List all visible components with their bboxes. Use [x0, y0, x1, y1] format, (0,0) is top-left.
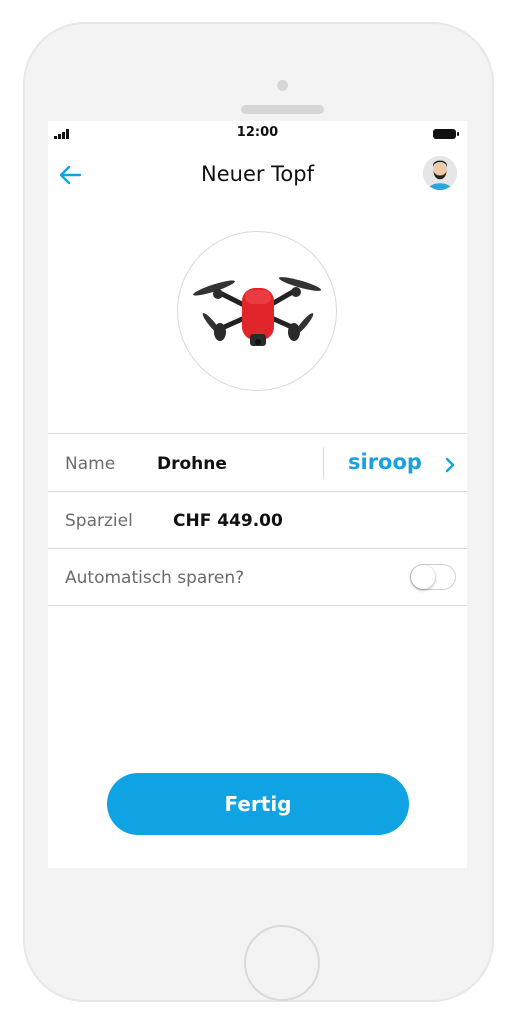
auto-save-toggle[interactable]: [410, 564, 456, 590]
earpiece-speaker: [241, 105, 324, 114]
name-value[interactable]: Drohne: [157, 454, 227, 474]
savings-goal-label: Sparziel: [65, 511, 133, 531]
auto-save-label: Automatisch sparen?: [65, 568, 245, 588]
divider: [48, 605, 467, 606]
status-time: 12:00: [236, 125, 279, 140]
product-image: [177, 231, 337, 391]
app-screen: 12:00 Neuer Topf Name Drohne siroop Spar…: [48, 121, 467, 868]
siroop-logo[interactable]: siroop: [348, 450, 422, 474]
divider: [48, 491, 467, 492]
page-title: Neuer Topf: [201, 162, 314, 186]
home-button[interactable]: [244, 925, 320, 1001]
savings-goal-value[interactable]: CHF 449.00: [173, 511, 283, 531]
chevron-right-icon[interactable]: [444, 456, 456, 474]
battery-icon: [433, 129, 459, 139]
user-avatar[interactable]: [423, 156, 457, 190]
divider: [48, 548, 467, 549]
toggle-knob: [411, 565, 435, 589]
divider: [48, 433, 467, 434]
vertical-divider: [323, 447, 324, 479]
front-camera: [277, 80, 288, 91]
name-label: Name: [65, 454, 116, 474]
drone-image: [193, 277, 322, 346]
done-button[interactable]: Fertig: [107, 773, 409, 835]
